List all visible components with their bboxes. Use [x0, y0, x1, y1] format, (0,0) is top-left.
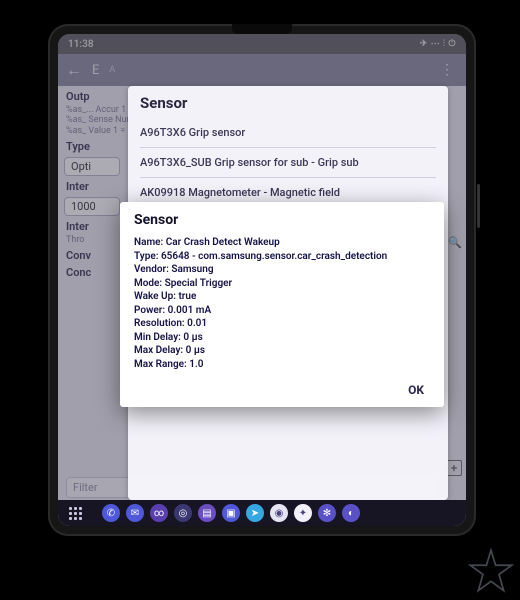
dialog-line: Max Delay: 0 µs	[134, 344, 430, 358]
meta-icon[interactable]: ∞	[150, 504, 168, 522]
camera-icon[interactable]: ▣	[222, 504, 240, 522]
dialog-line: Vendor: Samsung	[134, 263, 430, 277]
assist-icon[interactable]: ✦	[294, 504, 312, 522]
browser-icon[interactable]: ◐	[342, 504, 360, 522]
telegram-icon[interactable]: ➤	[246, 504, 264, 522]
panel-title: Sensor	[140, 94, 436, 112]
sensor-list-item[interactable]: A96T3X6_SUB Grip sensor for sub - Grip s…	[140, 148, 436, 178]
sensor-list-item[interactable]: A96T3X6 Grip sensor	[140, 118, 436, 148]
dialog-line: Name: Car Crash Detect Wakeup	[134, 236, 430, 250]
dialog-line: Mode: Special Trigger	[134, 277, 430, 291]
taskbar: ✆ ✉ ∞ ◎ ▤ ▣ ➤ ◉ ✦ ✻ ◐	[58, 500, 466, 526]
dialog-line: Power: 0.001 mA	[134, 304, 430, 318]
dialog-line: Resolution: 0.01	[134, 317, 430, 331]
screen: 11:38 ✈ ⋯ ⫶ ⏻ ← E A ⋮ Outp%as_... Accur …	[58, 34, 466, 526]
dialog-line: Type: 65648 - com.samsung.sensor.car_cra…	[134, 250, 430, 264]
apps-grid-icon[interactable]	[66, 504, 84, 522]
gallery-icon[interactable]: ◉	[270, 504, 288, 522]
watermark-star-icon	[468, 548, 514, 594]
dialog-title: Sensor	[134, 212, 430, 228]
chrome-icon[interactable]: ◎	[174, 504, 192, 522]
dialog-line: Wake Up: true	[134, 290, 430, 304]
side-button	[477, 184, 480, 228]
ok-button[interactable]: OK	[402, 379, 430, 401]
settings-icon[interactable]: ✻	[318, 504, 336, 522]
device-frame: 11:38 ✈ ⋯ ⫶ ⏻ ← E A ⋮ Outp%as_... Accur …	[48, 24, 476, 536]
sensor-dialog: Sensor Name: Car Crash Detect WakeupType…	[120, 202, 444, 407]
messages-icon[interactable]: ✉	[126, 504, 144, 522]
dialog-line: Min Delay: 0 µs	[134, 331, 430, 345]
notes-icon[interactable]: ▤	[198, 504, 216, 522]
fold-notch	[232, 24, 292, 34]
phone-icon[interactable]: ✆	[102, 504, 120, 522]
dialog-line: Max Range: 1.0	[134, 358, 430, 372]
